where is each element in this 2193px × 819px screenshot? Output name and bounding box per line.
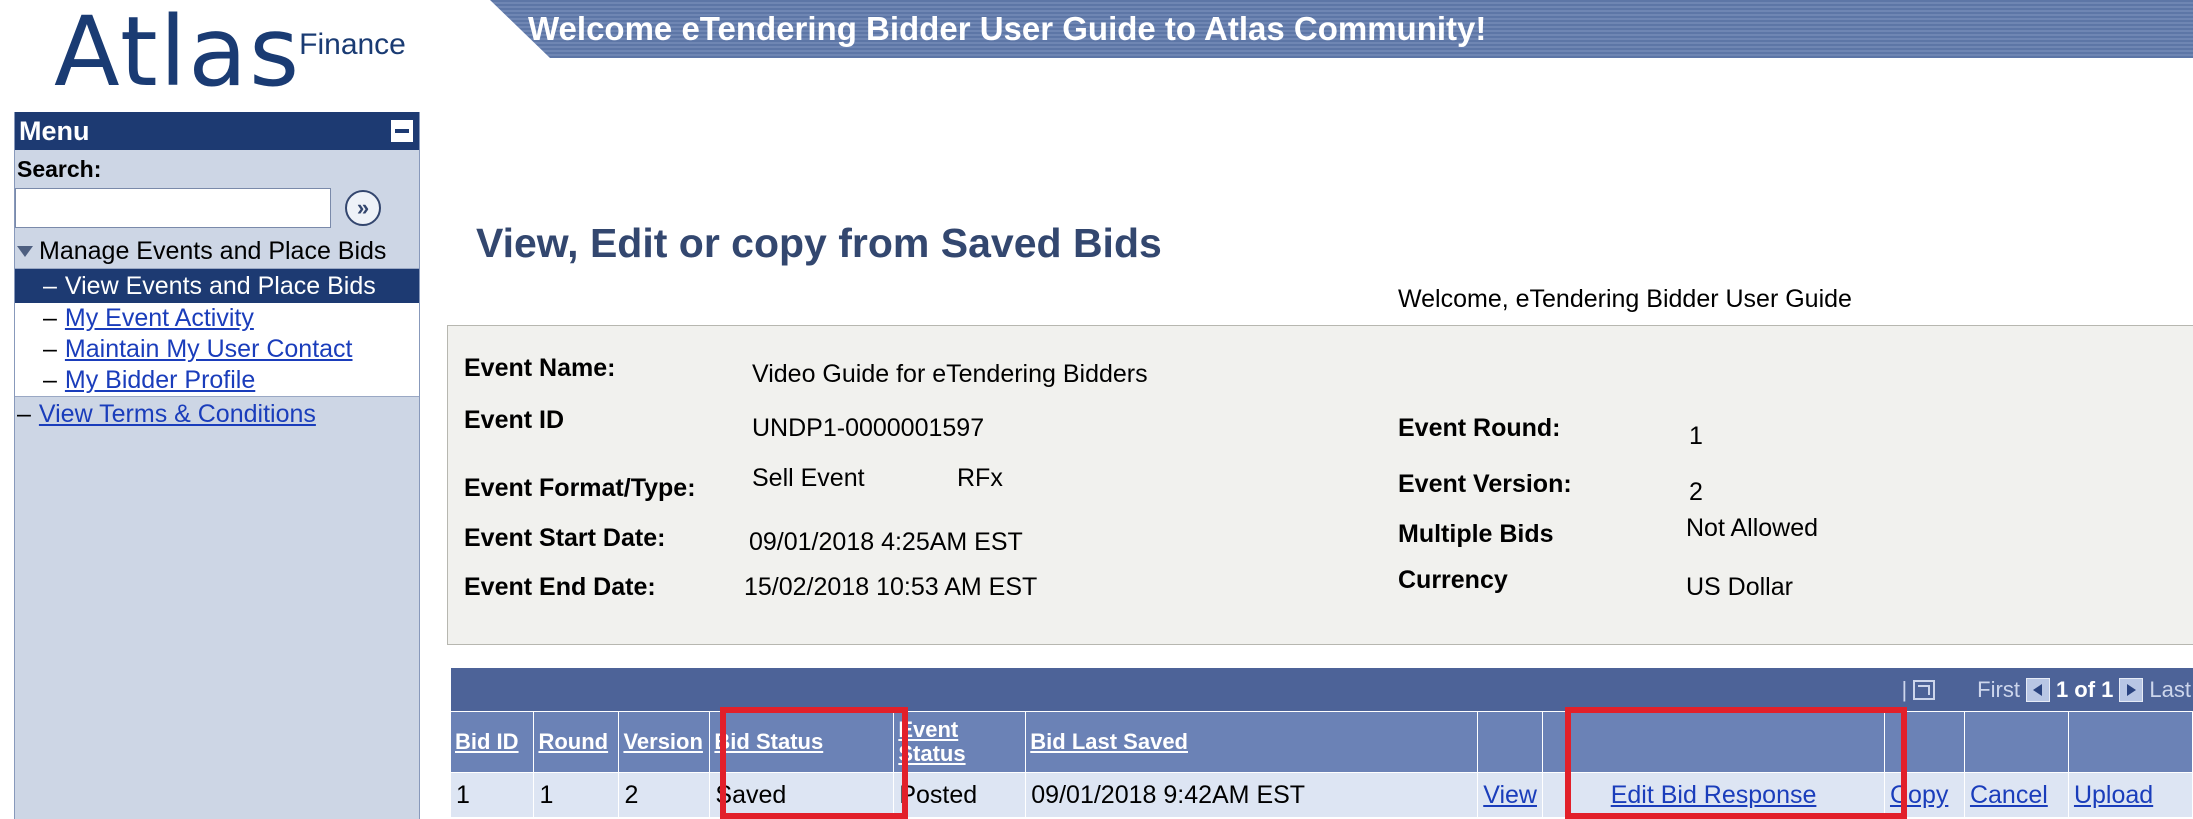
col-header-bid-last-saved[interactable]: Bid Last Saved [1025,712,1479,773]
banner-title: Welcome eTendering Bidder User Guide to … [528,10,1487,47]
col-header-bid-id[interactable]: Bid ID [451,712,535,773]
grid-tools: | First 1 of 1 Last [1901,668,2193,711]
page-title: View, Edit or copy from Saved Bids [476,220,1162,266]
dash-marker: – [43,335,57,363]
cell-upload: Upload [2068,772,2193,817]
event-details-panel: Event Name: Video Guide for eTendering B… [447,325,2193,645]
event-version-value: 2 [1689,478,1703,506]
sidebar-item-view-events[interactable]: – View Events and Place Bids [15,269,419,303]
zoom-grid-icon[interactable] [1913,679,1936,700]
menu-title: Menu [19,115,90,146]
col-header-event-status[interactable]: Event Status [893,712,1027,773]
grid-row-count: 1 of 1 [2055,676,2114,702]
grid-last-link[interactable]: Last [2149,677,2191,703]
sidebar-item-label[interactable]: My Bidder Profile [65,366,255,395]
event-format-value: Sell Event [752,464,865,492]
logo-main-text: Atlas [54,0,302,108]
table-row: 1 1 2 Saved Posted 09/01/2018 9:42AM EST… [451,772,2193,817]
bid-status-highlight-box [720,707,908,819]
event-id-value: UNDP1-0000001597 [752,414,985,442]
event-start-value: 09/01/2018 4:25AM EST [749,528,1023,556]
sidebar-item-label[interactable]: View Events and Place Bids [65,272,376,301]
cell-event-status: Posted [893,772,1027,817]
table-header-row: Bid ID Round Version Bid Status Event St… [451,712,2193,773]
event-end-label: Event End Date: [464,573,656,601]
multiple-bids-label: Multiple Bids [1398,520,1554,548]
dash-marker: – [43,304,57,332]
saved-bids-table: Bid ID Round Version Bid Status Event St… [451,712,2193,817]
col-header-label[interactable]: Round [538,729,608,754]
event-version-label: Event Version: [1398,470,1572,498]
grid-separator: | [1901,676,1908,702]
sidebar-item-event-activity[interactable]: – My Event Activity [15,303,419,334]
dash-marker: – [43,271,57,300]
event-format-label: Event Format/Type: [464,474,696,502]
sidebar-item-label[interactable]: Maintain My User Contact [65,335,353,364]
col-header-cancel [1964,712,2069,773]
grid-first-link[interactable]: First [1977,677,2020,703]
grid-navigation-bar: | First 1 of 1 Last [451,668,2193,711]
col-header-label[interactable]: Status [898,741,965,766]
nav-group-manage-events[interactable]: Manage Events and Place Bids [15,234,419,268]
upload-link[interactable]: Upload [2074,781,2153,809]
col-header-view [1477,712,1544,773]
cell-cancel: Cancel [1964,772,2069,817]
sidebar-item-label[interactable]: My Event Activity [65,304,254,333]
currency-value: US Dollar [1686,573,1793,601]
col-header-label[interactable]: Bid Last Saved [1030,729,1188,754]
currency-label: Currency [1398,566,1508,594]
event-end-value: 15/02/2018 10:53 AM EST [744,573,1038,601]
terms-link[interactable]: View Terms & Conditions [39,400,316,429]
edit-response-highlight-box [1565,707,1907,819]
sidebar-item-terms[interactable]: – View Terms & Conditions [15,397,419,431]
event-id-label: Event ID [464,406,565,434]
sidebar-item-bidder-profile[interactable]: – My Bidder Profile [15,365,419,396]
col-header-round[interactable]: Round [533,712,620,773]
atlas-logo: Atlas Finance [54,0,406,100]
col-header-label[interactable]: Bid ID [455,729,519,754]
multiple-bids-value: Not Allowed [1686,514,1819,542]
expand-triangle-icon[interactable] [17,245,33,257]
search-row: » [15,186,419,230]
cell-bid-last-saved: 09/01/2018 9:42AM EST [1025,772,1479,817]
dash-marker: – [43,366,57,394]
nav-group: Manage Events and Place Bids – View Even… [15,234,419,431]
cell-version: 2 [618,772,711,817]
cell-view: View [1477,772,1544,817]
welcome-user-text: Welcome, eTendering Bidder User Guide [1398,285,1852,313]
col-header-version[interactable]: Version [618,712,711,773]
sidebar-item-user-contact[interactable]: – Maintain My User Contact [15,334,419,365]
search-go-icon[interactable]: » [345,190,381,226]
sidebar-menu: Menu Search: » Manage Events and Place B… [14,112,420,819]
event-name-label: Event Name: [464,354,616,382]
logo-sub-text: Finance [299,28,406,61]
search-label: Search: [17,156,102,182]
dash-marker: – [17,399,31,428]
event-name-value: Video Guide for eTendering Bidders [752,360,1148,388]
event-start-label: Event Start Date: [464,524,666,552]
collapse-icon[interactable] [391,120,413,142]
cell-round: 1 [533,772,620,817]
event-round-label: Event Round: [1398,414,1561,442]
search-input[interactable] [15,188,331,228]
menu-header: Menu [15,112,419,150]
event-type-value: RFx [957,464,1003,492]
cancel-link[interactable]: Cancel [1970,781,2048,809]
next-arrow-icon[interactable] [2119,677,2144,702]
cell-bid-id: 1 [451,772,535,817]
view-link[interactable]: View [1483,781,1537,809]
event-round-value: 1 [1689,422,1703,450]
col-header-label[interactable]: Version [623,729,702,754]
subnav-list: – View Events and Place Bids – My Event … [15,268,419,397]
previous-arrow-icon[interactable] [2025,677,2050,702]
col-header-upload [2068,712,2193,773]
nav-group-label: Manage Events and Place Bids [39,236,387,265]
